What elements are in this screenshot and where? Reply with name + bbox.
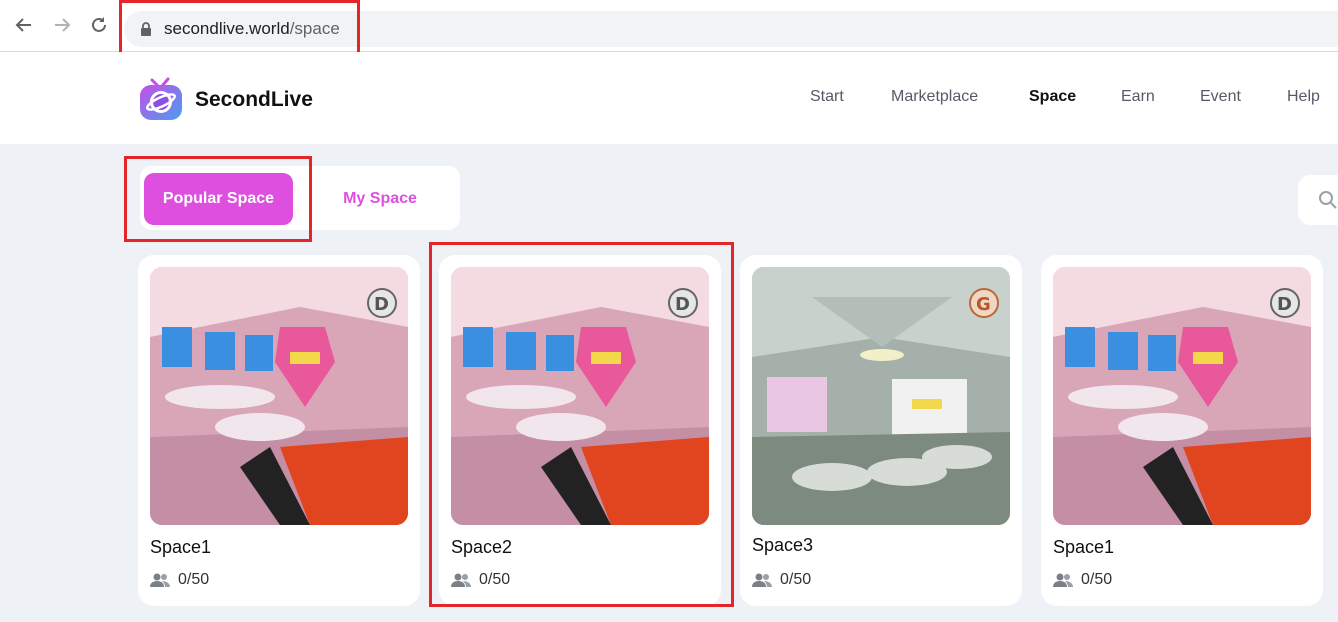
secondlive-logo-icon[interactable] [138, 76, 184, 122]
nav-earn[interactable]: Earn [1121, 88, 1155, 106]
space-card-4[interactable]: D Space1 0/50 [1041, 255, 1323, 606]
card-visitor-count: 0/50 [150, 571, 209, 589]
card-count-text: 0/50 [1081, 571, 1113, 588]
gray-space-scene-image: G [752, 267, 1010, 525]
tab-my-space[interactable]: My Space [318, 173, 442, 225]
nav-help[interactable]: Help [1287, 88, 1320, 106]
reload-icon [92, 17, 106, 32]
card-title: Space1 [1053, 537, 1115, 557]
lock-icon [141, 22, 151, 36]
card-visitor-count: 0/50 [1053, 571, 1112, 589]
nav-start[interactable]: Start [810, 88, 844, 106]
nav-marketplace[interactable]: Marketplace [891, 88, 978, 106]
card-badge: G [976, 294, 991, 315]
users-icon [150, 573, 170, 587]
card-title: Space2 [451, 537, 513, 557]
search-icon [1319, 191, 1337, 209]
users-icon [1053, 573, 1073, 587]
browser-toolbar: secondlive.world/space [0, 0, 1338, 52]
url-host: secondlive.world [164, 19, 290, 38]
space-thumbnail[interactable]: D [150, 267, 408, 525]
card-title: Space3 [752, 535, 814, 555]
tab-popular-space[interactable]: Popular Space [144, 173, 293, 225]
forward-arrow-icon [55, 18, 71, 32]
card-badge: D [374, 294, 389, 315]
back-button[interactable] [13, 14, 35, 36]
card-count-text: 0/50 [479, 571, 511, 588]
reload-button[interactable] [88, 14, 110, 36]
card-visitor-count: 0/50 [451, 571, 510, 589]
space-card-1[interactable]: D Space1 0/50 [138, 255, 420, 606]
card-visitor-count: 0/50 [752, 571, 811, 589]
url-text: secondlive.world/space [164, 19, 340, 39]
nav-space[interactable]: Space [1029, 88, 1076, 106]
url-path: /space [289, 19, 340, 38]
logo-text[interactable]: SecondLive [195, 88, 313, 112]
site-header: SecondLive Start Marketplace Space Earn … [0, 52, 1338, 144]
card-count-text: 0/50 [780, 571, 812, 588]
pink-space-scene-image: D [451, 267, 709, 525]
address-bar[interactable]: secondlive.world/space [124, 11, 1338, 47]
card-count-text: 0/50 [178, 571, 210, 588]
space-thumbnail[interactable]: G [752, 267, 1010, 525]
users-icon [451, 573, 471, 587]
card-badge: D [1277, 294, 1292, 315]
search-box[interactable] [1298, 175, 1338, 225]
space-card-2[interactable]: D Space2 0/50 [439, 255, 721, 606]
users-icon [752, 573, 772, 587]
card-title: Space1 [150, 537, 212, 557]
nav-event[interactable]: Event [1200, 88, 1241, 106]
space-thumbnail[interactable]: D [451, 267, 709, 525]
card-badge: D [675, 294, 690, 315]
back-arrow-icon [15, 18, 31, 32]
forward-button[interactable] [51, 14, 73, 36]
pink-space-scene-image: D [1053, 267, 1311, 525]
space-card-3[interactable]: G Space3 0/50 [740, 255, 1022, 606]
space-thumbnail[interactable]: D [1053, 267, 1311, 525]
pink-space-scene-image: D [150, 267, 408, 525]
